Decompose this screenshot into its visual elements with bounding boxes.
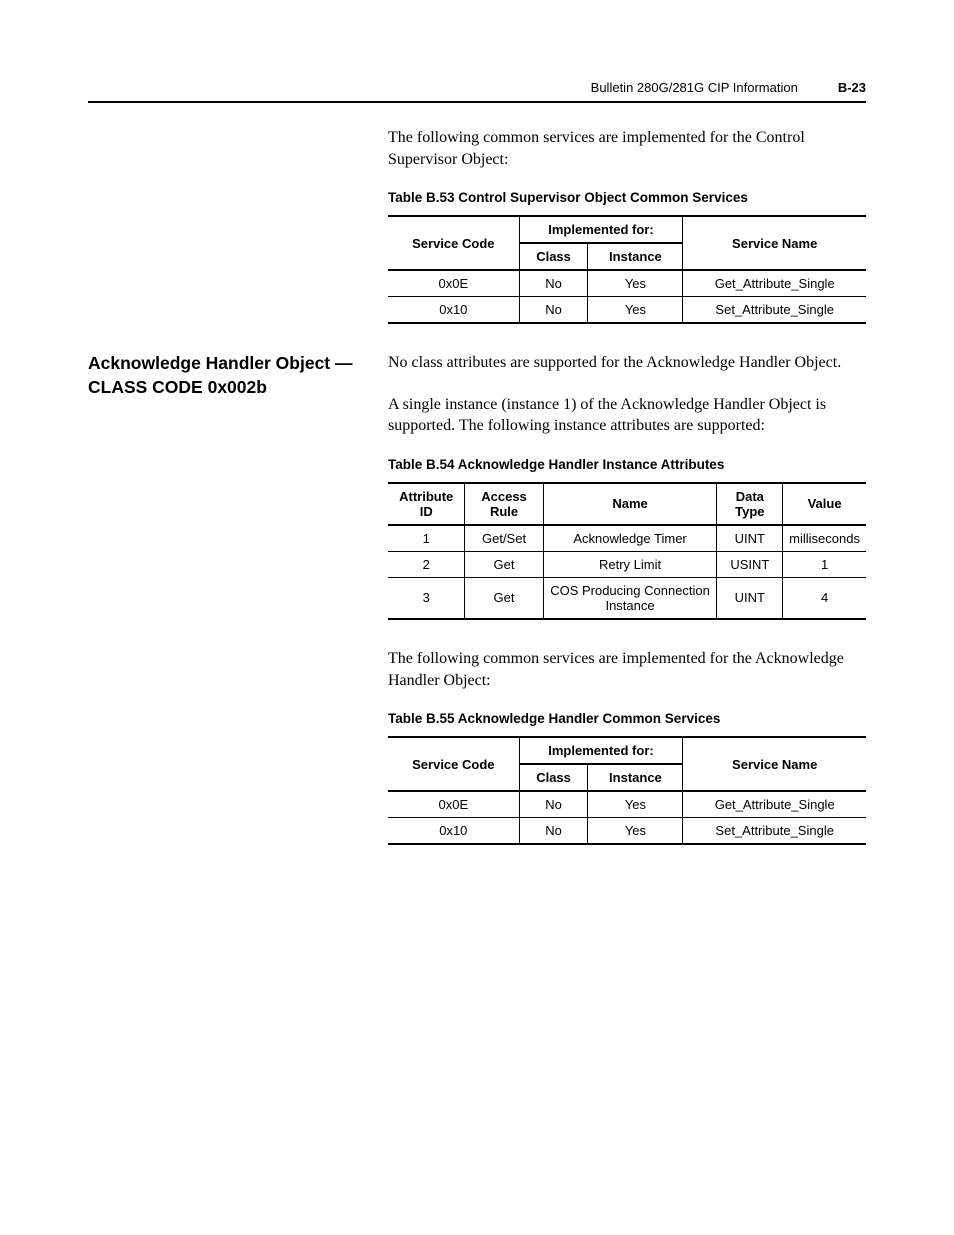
th-class: Class — [519, 764, 588, 791]
table-b55-caption: Table B.55 Acknowledge Handler Common Se… — [388, 711, 866, 726]
th-name: Name — [543, 483, 717, 525]
table-row: 2 Get Retry Limit USINT 1 — [388, 551, 866, 577]
intro-paragraph: The following common services are implem… — [388, 127, 866, 170]
th-implemented-for: Implemented for: — [519, 737, 683, 764]
table-b55: Service Code Implemented for: Service Na… — [388, 736, 866, 845]
table-b54-caption: Table B.54 Acknowledge Handler Instance … — [388, 457, 866, 472]
table-row: 0x0E No Yes Get_Attribute_Single — [388, 270, 866, 297]
th-class: Class — [519, 243, 588, 270]
section-para-1: No class attributes are supported for th… — [388, 352, 866, 374]
th-attr-id: Attribute ID — [388, 483, 465, 525]
th-service-code: Service Code — [388, 216, 519, 270]
th-dtype: Data Type — [717, 483, 783, 525]
th-value: Value — [783, 483, 866, 525]
table-row: 3 Get COS Producing Connection Instance … — [388, 577, 866, 619]
table-b53-caption: Table B.53 Control Supervisor Object Com… — [388, 190, 866, 205]
th-service-name: Service Name — [683, 216, 866, 270]
table-row: 0x10 No Yes Set_Attribute_Single — [388, 818, 866, 845]
header-title: Bulletin 280G/281G CIP Information — [591, 80, 798, 95]
table-b53: Service Code Implemented for: Service Na… — [388, 215, 866, 324]
th-access: Access Rule — [465, 483, 543, 525]
section-para-2: A single instance (instance 1) of the Ac… — [388, 394, 866, 437]
table-row: 0x0E No Yes Get_Attribute_Single — [388, 791, 866, 818]
page-header: Bulletin 280G/281G CIP Information B-23 — [88, 80, 866, 103]
th-implemented-for: Implemented for: — [519, 216, 683, 243]
th-instance: Instance — [588, 764, 683, 791]
section-para-3: The following common services are implem… — [388, 648, 866, 691]
table-row: 0x10 No Yes Set_Attribute_Single — [388, 297, 866, 324]
table-row: 1 Get/Set Acknowledge Timer UINT millise… — [388, 525, 866, 552]
section-heading: Acknowledge Handler Object — CLASS CODE … — [88, 352, 366, 399]
th-instance: Instance — [588, 243, 683, 270]
th-service-name: Service Name — [683, 737, 866, 791]
table-b54: Attribute ID Access Rule Name Data Type … — [388, 482, 866, 620]
th-service-code: Service Code — [388, 737, 519, 791]
page-number: B-23 — [838, 80, 866, 95]
